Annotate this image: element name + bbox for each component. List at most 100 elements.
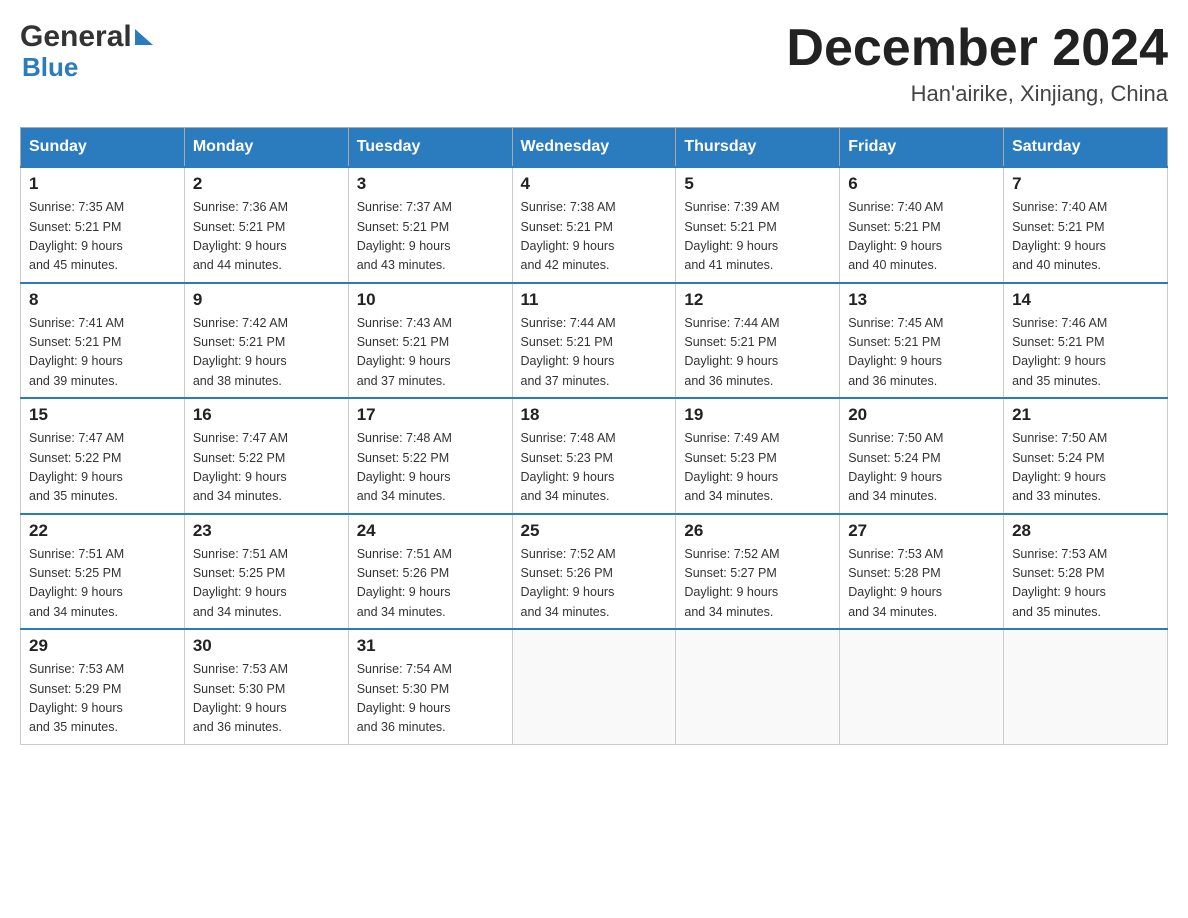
day-number: 9 [193,290,340,310]
calendar-day-cell: 6 Sunrise: 7:40 AMSunset: 5:21 PMDaylight… [840,167,1004,283]
day-number: 21 [1012,405,1159,425]
calendar-header-thursday: Thursday [676,128,840,168]
calendar-day-cell: 3 Sunrise: 7:37 AMSunset: 5:21 PMDaylight… [348,167,512,283]
calendar-day-cell: 4 Sunrise: 7:38 AMSunset: 5:21 PMDaylight… [512,167,676,283]
day-info: Sunrise: 7:43 AMSunset: 5:21 PMDaylight:… [357,314,504,392]
calendar-day-cell: 14 Sunrise: 7:46 AMSunset: 5:21 PMDayligh… [1004,283,1168,399]
calendar-week-row: 1 Sunrise: 7:35 AMSunset: 5:21 PMDaylight… [21,167,1168,283]
calendar-day-cell: 16 Sunrise: 7:47 AMSunset: 5:22 PMDayligh… [184,398,348,514]
day-info: Sunrise: 7:47 AMSunset: 5:22 PMDaylight:… [29,429,176,507]
day-number: 1 [29,174,176,194]
day-info: Sunrise: 7:51 AMSunset: 5:25 PMDaylight:… [29,545,176,623]
calendar-subtitle: Han'airike, Xinjiang, China [786,81,1168,107]
day-number: 19 [684,405,831,425]
calendar-header-wednesday: Wednesday [512,128,676,168]
day-info: Sunrise: 7:41 AMSunset: 5:21 PMDaylight:… [29,314,176,392]
calendar-day-cell: 2 Sunrise: 7:36 AMSunset: 5:21 PMDaylight… [184,167,348,283]
day-number: 4 [521,174,668,194]
day-number: 2 [193,174,340,194]
day-number: 20 [848,405,995,425]
calendar-day-cell: 15 Sunrise: 7:47 AMSunset: 5:22 PMDayligh… [21,398,185,514]
calendar-day-cell: 22 Sunrise: 7:51 AMSunset: 5:25 PMDayligh… [21,514,185,630]
day-info: Sunrise: 7:46 AMSunset: 5:21 PMDaylight:… [1012,314,1159,392]
calendar-day-cell: 17Sunrise: 7:48 AMSunset: 5:22 PMDayligh… [348,398,512,514]
calendar-day-cell: 25 Sunrise: 7:52 AMSunset: 5:26 PMDayligh… [512,514,676,630]
calendar-day-cell: 5Sunrise: 7:39 AMSunset: 5:21 PMDaylight… [676,167,840,283]
calendar-day-cell: 19 Sunrise: 7:49 AMSunset: 5:23 PMDayligh… [676,398,840,514]
calendar-header-monday: Monday [184,128,348,168]
calendar-header-saturday: Saturday [1004,128,1168,168]
day-info: Sunrise: 7:38 AMSunset: 5:21 PMDaylight:… [521,198,668,276]
calendar-header-friday: Friday [840,128,1004,168]
day-number: 17 [357,405,504,425]
calendar-day-cell [840,629,1004,744]
day-number: 7 [1012,174,1159,194]
day-info: Sunrise: 7:53 AMSunset: 5:28 PMDaylight:… [1012,545,1159,623]
day-number: 25 [521,521,668,541]
calendar-day-cell: 20 Sunrise: 7:50 AMSunset: 5:24 PMDayligh… [840,398,1004,514]
calendar-day-cell: 31 Sunrise: 7:54 AMSunset: 5:30 PMDayligh… [348,629,512,744]
day-number: 6 [848,174,995,194]
day-number: 29 [29,636,176,656]
calendar-day-cell: 11 Sunrise: 7:44 AMSunset: 5:21 PMDayligh… [512,283,676,399]
day-number: 10 [357,290,504,310]
day-info: Sunrise: 7:53 AMSunset: 5:28 PMDaylight:… [848,545,995,623]
day-info: Sunrise: 7:42 AMSunset: 5:21 PMDaylight:… [193,314,340,392]
page-header: General Blue December 2024 Han'airike, X… [20,20,1168,107]
calendar-day-cell: 24Sunrise: 7:51 AMSunset: 5:26 PMDayligh… [348,514,512,630]
calendar-day-cell: 9 Sunrise: 7:42 AMSunset: 5:21 PMDaylight… [184,283,348,399]
day-number: 16 [193,405,340,425]
day-number: 11 [521,290,668,310]
calendar-header-row: SundayMondayTuesdayWednesdayThursdayFrid… [21,128,1168,168]
day-number: 8 [29,290,176,310]
day-info: Sunrise: 7:52 AMSunset: 5:26 PMDaylight:… [521,545,668,623]
day-info: Sunrise: 7:44 AMSunset: 5:21 PMDaylight:… [521,314,668,392]
day-info: Sunrise: 7:50 AMSunset: 5:24 PMDaylight:… [1012,429,1159,507]
calendar-week-row: 8 Sunrise: 7:41 AMSunset: 5:21 PMDaylight… [21,283,1168,399]
day-number: 12 [684,290,831,310]
day-info: Sunrise: 7:45 AMSunset: 5:21 PMDaylight:… [848,314,995,392]
day-info: Sunrise: 7:40 AMSunset: 5:21 PMDaylight:… [1012,198,1159,276]
day-number: 18 [521,405,668,425]
title-block: December 2024 Han'airike, Xinjiang, Chin… [786,20,1168,107]
calendar-week-row: 29Sunrise: 7:53 AMSunset: 5:29 PMDayligh… [21,629,1168,744]
calendar-week-row: 15 Sunrise: 7:47 AMSunset: 5:22 PMDayligh… [21,398,1168,514]
calendar-day-cell: 12 Sunrise: 7:44 AMSunset: 5:21 PMDayligh… [676,283,840,399]
day-info: Sunrise: 7:54 AMSunset: 5:30 PMDaylight:… [357,660,504,738]
calendar-day-cell: 26Sunrise: 7:52 AMSunset: 5:27 PMDayligh… [676,514,840,630]
day-number: 28 [1012,521,1159,541]
day-number: 22 [29,521,176,541]
calendar-header-sunday: Sunday [21,128,185,168]
day-number: 14 [1012,290,1159,310]
day-info: Sunrise: 7:48 AMSunset: 5:23 PMDaylight:… [521,429,668,507]
calendar-day-cell: 10 Sunrise: 7:43 AMSunset: 5:21 PMDayligh… [348,283,512,399]
logo-general-text: General [20,20,132,54]
logo-arrow-icon [135,29,153,45]
day-number: 15 [29,405,176,425]
day-info: Sunrise: 7:37 AMSunset: 5:21 PMDaylight:… [357,198,504,276]
day-info: Sunrise: 7:50 AMSunset: 5:24 PMDaylight:… [848,429,995,507]
calendar-day-cell: 28 Sunrise: 7:53 AMSunset: 5:28 PMDayligh… [1004,514,1168,630]
day-info: Sunrise: 7:35 AMSunset: 5:21 PMDaylight:… [29,198,176,276]
logo: General Blue [20,20,153,83]
day-number: 13 [848,290,995,310]
day-number: 31 [357,636,504,656]
logo-blue-text: Blue [22,52,78,83]
day-info: Sunrise: 7:44 AMSunset: 5:21 PMDaylight:… [684,314,831,392]
calendar-day-cell: 13 Sunrise: 7:45 AMSunset: 5:21 PMDayligh… [840,283,1004,399]
day-info: Sunrise: 7:47 AMSunset: 5:22 PMDaylight:… [193,429,340,507]
calendar-day-cell: 30Sunrise: 7:53 AMSunset: 5:30 PMDayligh… [184,629,348,744]
calendar-day-cell: 1 Sunrise: 7:35 AMSunset: 5:21 PMDaylight… [21,167,185,283]
day-number: 30 [193,636,340,656]
calendar-day-cell: 8 Sunrise: 7:41 AMSunset: 5:21 PMDaylight… [21,283,185,399]
day-info: Sunrise: 7:49 AMSunset: 5:23 PMDaylight:… [684,429,831,507]
day-info: Sunrise: 7:40 AMSunset: 5:21 PMDaylight:… [848,198,995,276]
calendar-day-cell: 27Sunrise: 7:53 AMSunset: 5:28 PMDayligh… [840,514,1004,630]
calendar-day-cell: 21 Sunrise: 7:50 AMSunset: 5:24 PMDayligh… [1004,398,1168,514]
calendar-day-cell: 23Sunrise: 7:51 AMSunset: 5:25 PMDayligh… [184,514,348,630]
calendar-header-tuesday: Tuesday [348,128,512,168]
calendar-day-cell: 18 Sunrise: 7:48 AMSunset: 5:23 PMDayligh… [512,398,676,514]
day-number: 3 [357,174,504,194]
calendar-title: December 2024 [786,20,1168,77]
day-info: Sunrise: 7:36 AMSunset: 5:21 PMDaylight:… [193,198,340,276]
